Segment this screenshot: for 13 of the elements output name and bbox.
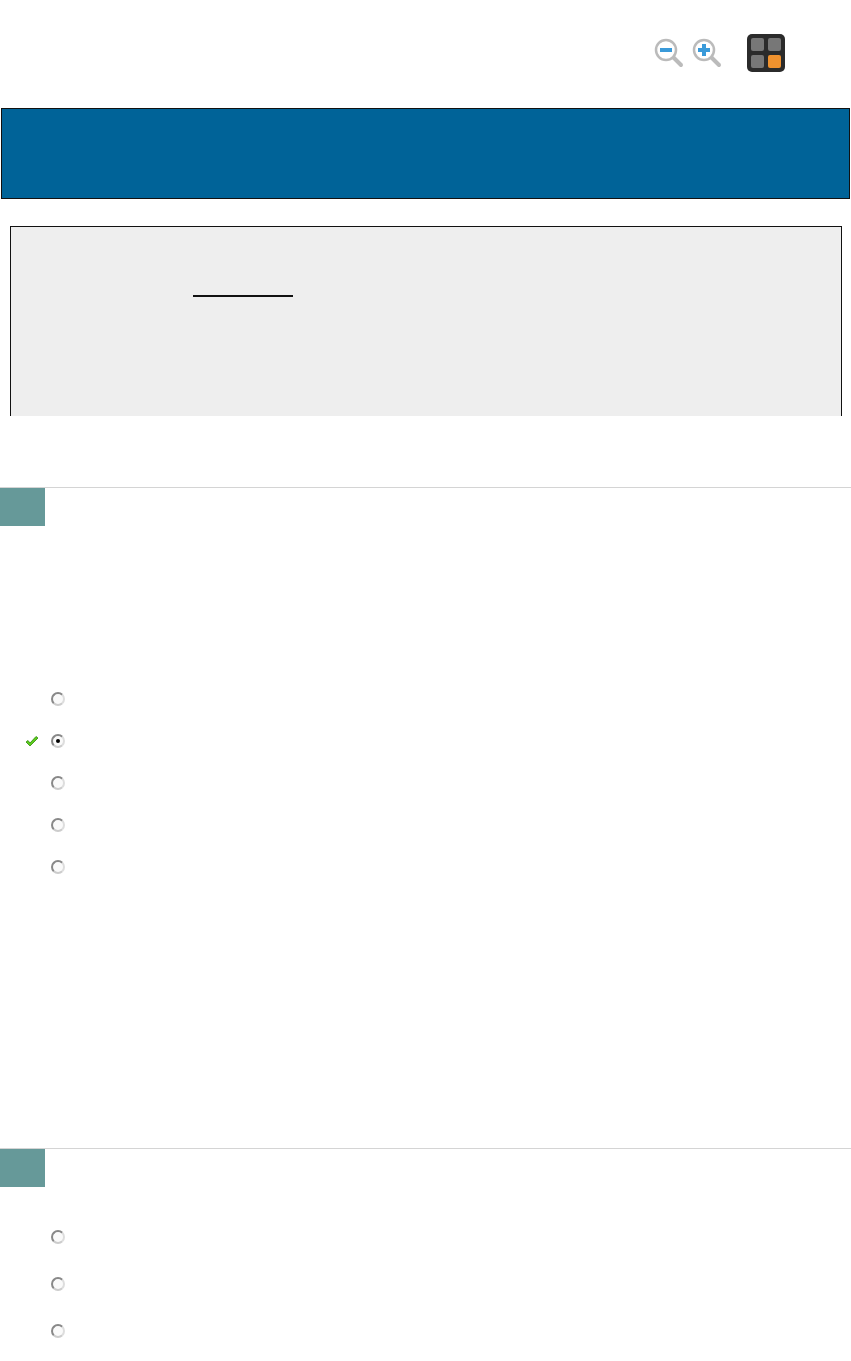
- question-number-badge: [0, 1149, 45, 1187]
- zoom-out-icon[interactable]: [653, 37, 685, 69]
- radio-button[interactable]: [51, 1276, 65, 1291]
- radio-button[interactable]: [51, 1323, 65, 1338]
- radio-button[interactable]: [51, 692, 65, 706]
- zoom-in-icon[interactable]: [691, 37, 723, 69]
- radio-button[interactable]: [51, 734, 65, 748]
- radio-button[interactable]: [51, 860, 65, 874]
- radio-button[interactable]: [51, 776, 65, 790]
- radio-button[interactable]: [51, 818, 65, 832]
- question-number-badge: [0, 488, 45, 526]
- radio-button[interactable]: [51, 1229, 65, 1244]
- calculator-icon[interactable]: [747, 34, 785, 72]
